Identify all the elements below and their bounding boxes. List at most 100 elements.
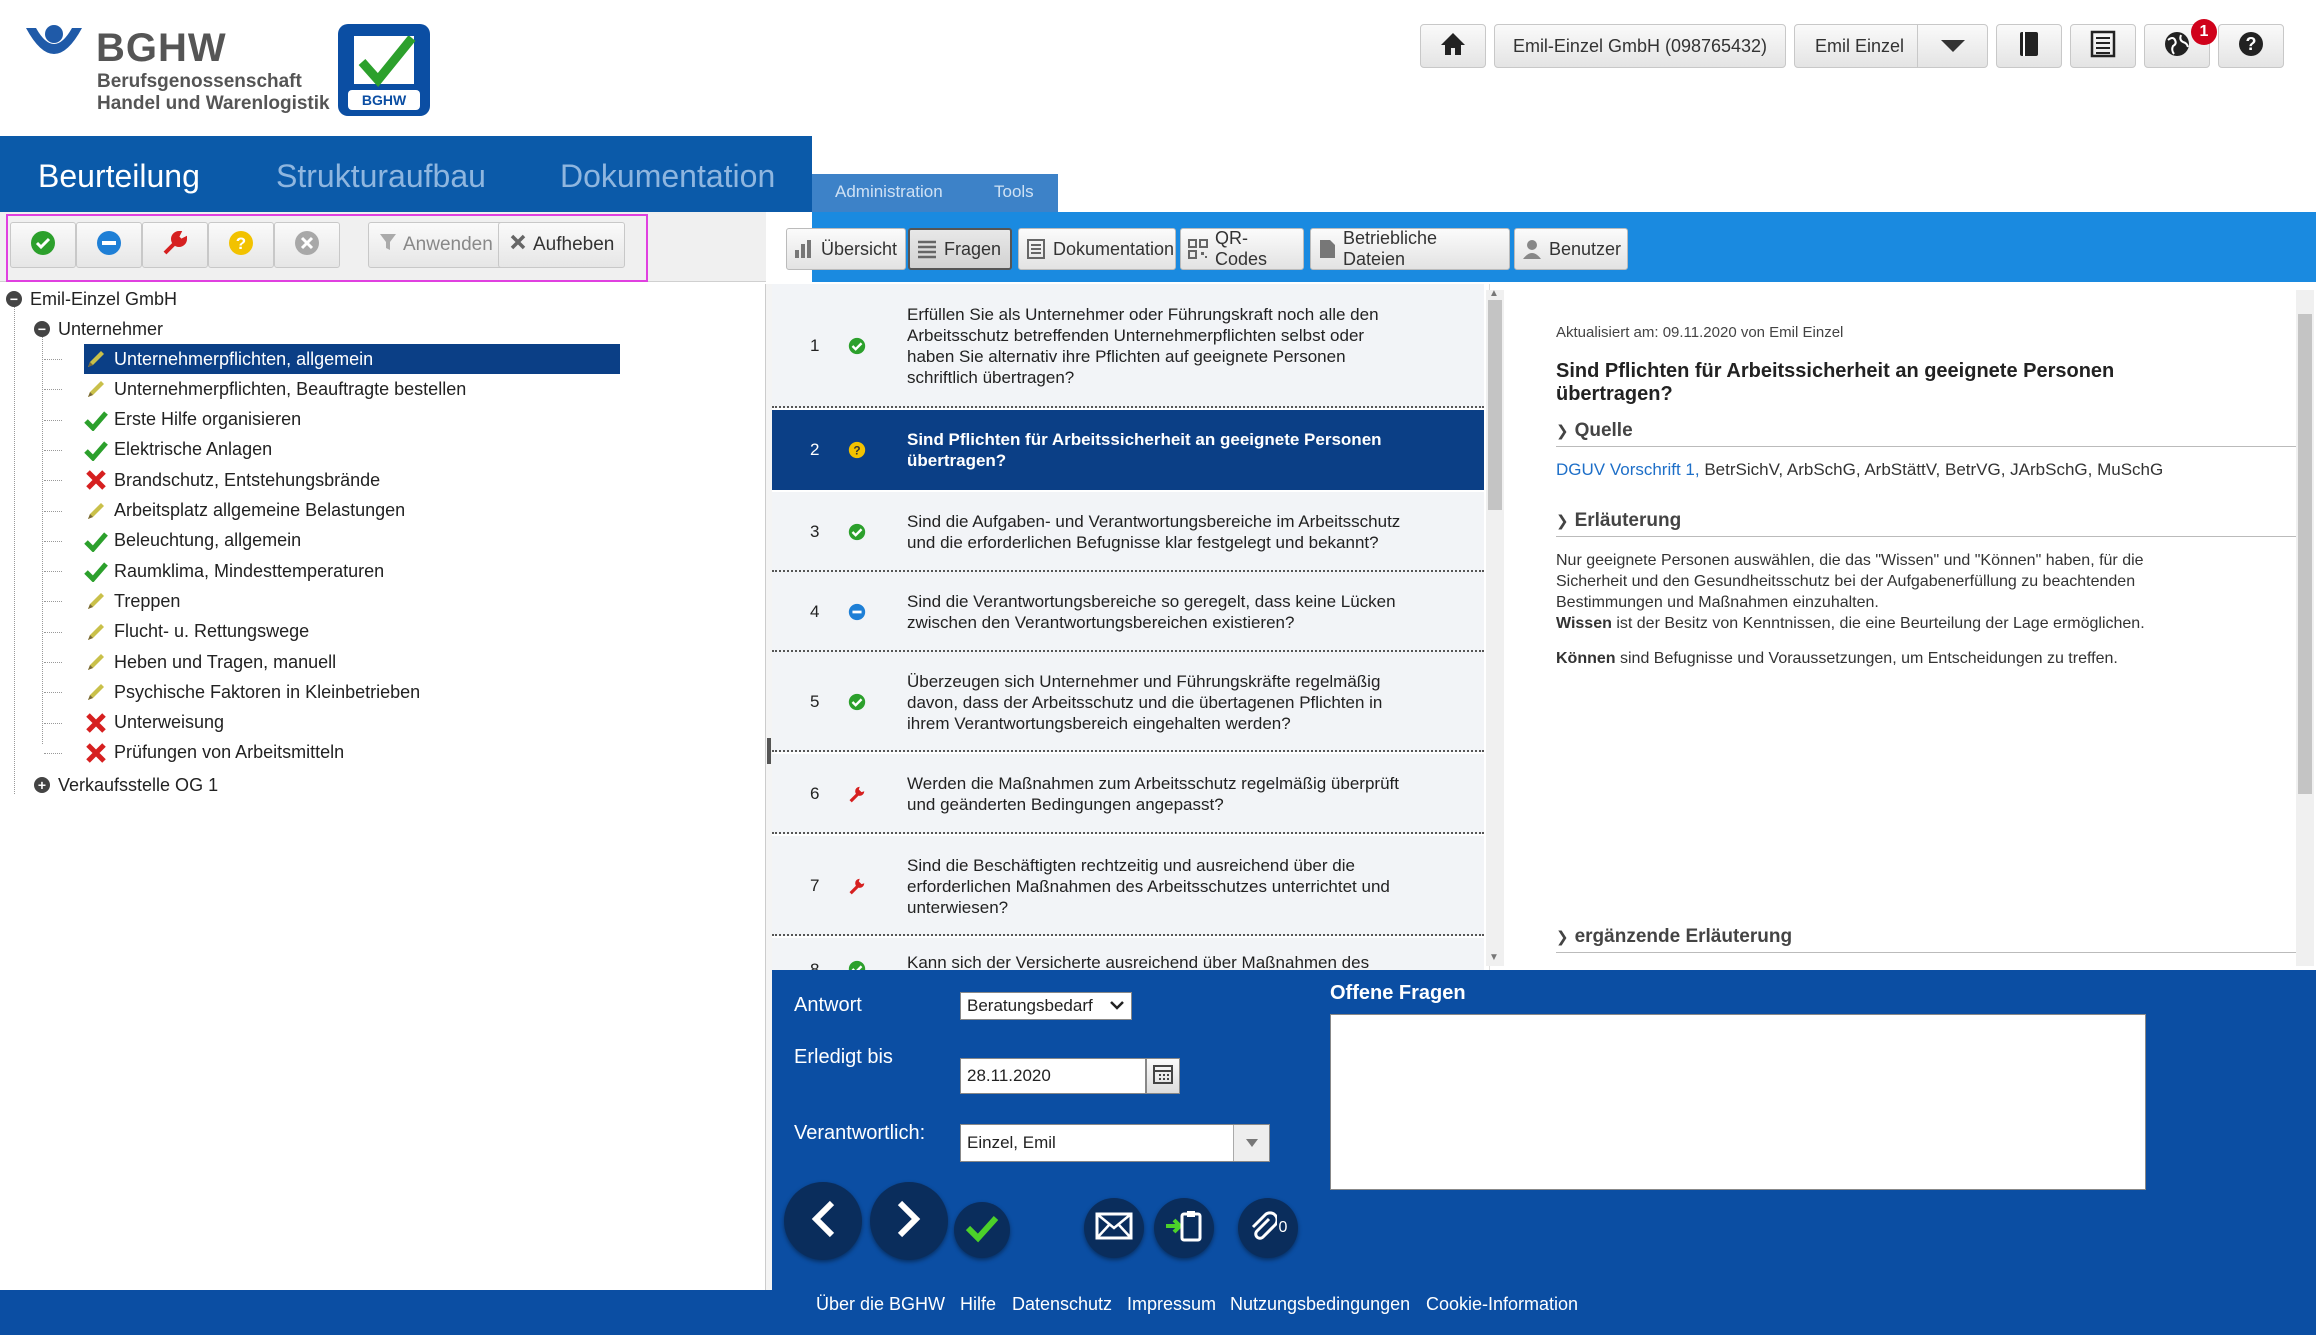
company-button[interactable]: Emil-Einzel GmbH (098765432) <box>1494 24 1786 68</box>
responsible-select[interactable]: Einzel, Emil <box>960 1124 1270 1162</box>
right-tab-label: Übersicht <box>821 238 898 259</box>
tree-item[interactable]: Arbeitsplatz allgemeine Belastungen <box>84 496 405 526</box>
tree-item[interactable]: Heben und Tragen, manuell <box>84 647 336 677</box>
tab-beurteilung[interactable]: Beurteilung <box>38 158 200 195</box>
tab-dokumentation[interactable]: Dokumentation <box>560 158 775 195</box>
help-button[interactable]: ? <box>2218 24 2284 68</box>
tree-item[interactable]: Flucht- u. Rettungswege <box>84 617 309 647</box>
question-row[interactable]: 6 Werden die Maßnahmen zum Arbeitsschutz … <box>772 754 1484 834</box>
right-tab[interactable]: Betriebliche Dateien <box>1310 228 1510 270</box>
question-list-scrollbar[interactable]: ▲ ▼ <box>1486 288 1504 966</box>
tab-tools[interactable]: Tools <box>994 182 1034 202</box>
transfer-clipboard-icon <box>1164 1208 1204 1249</box>
question-row[interactable]: 3 Sind die Aufgaben- und Verantwortungsbe… <box>772 492 1484 572</box>
confirm-button[interactable] <box>954 1202 1010 1258</box>
tree-item[interactable]: Psychische Faktoren in Kleinbetrieben <box>84 677 420 707</box>
detail-title: Sind Pflichten für Arbeitssicherheit an … <box>1556 360 2115 405</box>
collapse-icon[interactable]: − <box>6 291 22 307</box>
main-navigation: Beurteilung Strukturaufbau Dokumentation <box>0 136 812 212</box>
dguv-link[interactable]: DGUV Vorschrift 1, <box>1556 460 1700 479</box>
tree-item[interactable]: Elektrische Anlagen <box>84 435 272 465</box>
check-icon <box>846 521 868 543</box>
right-tab[interactable]: Benutzer <box>1514 228 1628 270</box>
qr-code-icon <box>1187 238 1209 260</box>
next-question-button[interactable] <box>870 1182 948 1260</box>
question-text: Erfüllen Sie als Unternehmer oder Führun… <box>907 305 1379 387</box>
logo-name: BGHW <box>96 26 227 70</box>
detail-scrollbar[interactable] <box>2296 290 2314 966</box>
question-row[interactable]: 8 Kann sich der Versicherte ausreichend ü… <box>772 938 1484 970</box>
explanation-section-header[interactable]: ❯ Erläuterung <box>1556 510 2296 537</box>
tree-item[interactable]: Brandschutz, Entstehungsbrände <box>84 465 380 495</box>
calendar-button[interactable] <box>1146 1058 1180 1094</box>
attachments-button[interactable]: 0 <box>1238 1198 1298 1258</box>
home-button[interactable] <box>1420 24 1486 68</box>
question-number: 7 <box>810 876 820 895</box>
question-row[interactable]: 1 Erfüllen Sie als Unternehmer oder Führu… <box>772 284 1484 408</box>
splitter-handle[interactable] <box>767 738 771 764</box>
scroll-thumb[interactable] <box>1488 300 1502 510</box>
question-row[interactable]: 4 Sind die Verantwortungsbereiche so gere… <box>772 572 1484 652</box>
tree-item-label: Unterweisung <box>114 712 225 733</box>
email-button[interactable] <box>1084 1198 1144 1258</box>
question-row[interactable]: 5 Überzeugen sich Unternehmer und Führung… <box>772 652 1484 752</box>
manual-button[interactable] <box>1996 24 2062 68</box>
question-row[interactable]: 2? Sind Pflichten für Arbeitssicherheit a… <box>772 410 1484 490</box>
transfer-button[interactable] <box>1154 1198 1214 1258</box>
question-text: Sind die Beschäftigten rechtzeitig und a… <box>907 855 1390 917</box>
question-number: 8 <box>810 960 820 970</box>
tree-item[interactable]: Unterweisung <box>84 708 224 738</box>
scroll-down-icon[interactable]: ▼ <box>1489 952 1499 963</box>
tree-item[interactable]: Erste Hilfe organisieren <box>84 405 301 435</box>
tree-item-label: Elektrische Anlagen <box>114 439 273 460</box>
right-tab[interactable]: Fragen <box>908 228 1012 270</box>
tree-group-unternehmer[interactable]: − Unternehmer <box>34 314 163 344</box>
question-list: 1 Erfüllen Sie als Unternehmer oder Führu… <box>772 284 1490 970</box>
footer-link-terms[interactable]: Nutzungsbedingungen <box>1230 1294 1410 1315</box>
tab-administration[interactable]: Administration <box>835 182 943 202</box>
scroll-thumb[interactable] <box>2298 314 2312 794</box>
right-tab[interactable]: QR-Codes <box>1180 228 1304 270</box>
due-date-input[interactable]: 28.11.2020 <box>960 1058 1146 1094</box>
tree-item[interactable]: Prüfungen von Arbeitsmitteln <box>84 738 344 768</box>
question-number: 4 <box>810 602 820 621</box>
open-questions-textarea[interactable] <box>1330 1014 2146 1190</box>
user-icon <box>1521 238 1543 260</box>
tree-item[interactable]: Unternehmerpflichten, Beauftragte bestel… <box>84 374 466 404</box>
tree-group-label: Unternehmer <box>58 318 164 339</box>
question-text: Sind die Aufgaben- und Verantwortungsber… <box>907 512 1401 552</box>
right-tab[interactable]: Übersicht <box>786 228 906 270</box>
footer-link-cookies[interactable]: Cookie-Information <box>1426 1294 1578 1315</box>
footer-link-about[interactable]: Über die BGHW <box>816 1294 945 1315</box>
chevron-down-icon[interactable] <box>1233 1125 1269 1161</box>
mail-icon <box>1095 1212 1133 1245</box>
pencil-icon <box>84 650 108 674</box>
tree-item-label: Brandschutz, Entstehungsbrände <box>114 469 381 490</box>
tree-root[interactable]: − Emil-Einzel GmbH <box>6 284 177 314</box>
tree-item[interactable]: Raumklima, Mindesttemperaturen <box>84 556 384 586</box>
scroll-up-icon[interactable]: ▲ <box>1489 288 1499 299</box>
previous-question-button[interactable] <box>784 1182 862 1260</box>
collapse-icon[interactable]: − <box>34 321 50 337</box>
tree-sibling-verkaufsstelle[interactable]: + Verkaufsstelle OG 1 <box>34 770 218 800</box>
question-number: 2 <box>810 440 820 459</box>
tree-item[interactable]: Treppen <box>84 586 180 616</box>
tab-strukturaufbau[interactable]: Strukturaufbau <box>276 158 486 195</box>
source-section-header[interactable]: ❯ Quelle <box>1556 420 2296 447</box>
notifications-button[interactable]: 1 <box>2144 19 2217 68</box>
list-button[interactable] <box>2070 24 2136 68</box>
tree-item[interactable]: Unternehmerpflichten, allgemein <box>84 344 620 374</box>
footer-link-imprint[interactable]: Impressum <box>1127 1294 1216 1315</box>
footer-link-help[interactable]: Hilfe <box>960 1294 996 1315</box>
minus-circle-icon <box>846 601 868 623</box>
answer-select[interactable]: Beratungsbedarf <box>960 992 1132 1020</box>
footer-link-privacy[interactable]: Datenschutz <box>1012 1294 1112 1315</box>
question-row[interactable]: 7 Sind die Beschäftigten rechtzeitig und … <box>772 836 1484 936</box>
chevron-down-icon: ❯ <box>1556 423 1569 440</box>
user-menu-button[interactable]: Emil Einzel <box>1794 24 1988 68</box>
tree-item[interactable]: Beleuchtung, allgemein <box>84 526 301 556</box>
expand-icon[interactable]: + <box>34 777 50 793</box>
extra-explanation-header[interactable]: ❯ ergänzende Erläuterung <box>1556 926 2296 953</box>
right-tab[interactable]: Dokumentation <box>1018 228 1176 270</box>
question-text: Sind Pflichten für Arbeitssicherheit an … <box>907 430 1382 470</box>
